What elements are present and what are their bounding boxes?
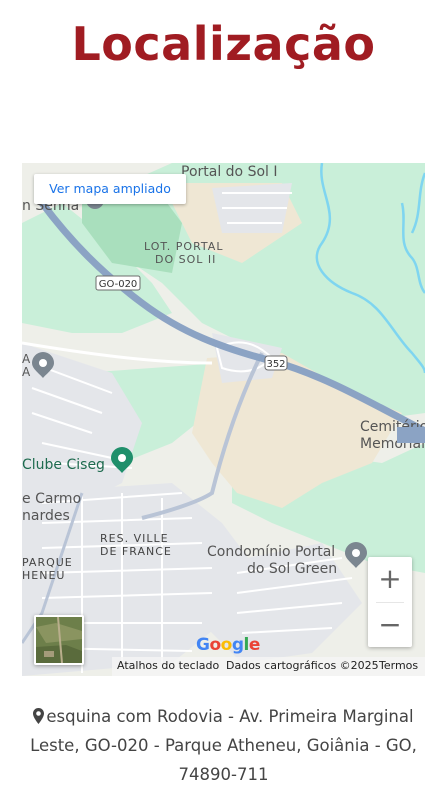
go020-label: GO-020 xyxy=(99,279,138,290)
map-data-link[interactable]: Dados cartográficos ©2025 xyxy=(226,659,379,672)
address-line-1-row: esquina com Rodovia - Av. Primeira Margi… xyxy=(30,702,417,731)
zoom-out-button[interactable]: − xyxy=(368,603,412,647)
label-portal-sol-i: Portal do Sol I xyxy=(181,164,278,180)
label-a2: A xyxy=(22,365,31,379)
view-larger-map-link[interactable]: Ver mapa ampliado xyxy=(34,174,186,204)
map-marker-icon xyxy=(33,708,45,724)
zoom-controls: + − xyxy=(368,557,412,647)
label-parque-1: PARQUE xyxy=(22,556,73,569)
label-parque-2: HENEU xyxy=(22,569,65,582)
terms-link[interactable]: Termos xyxy=(379,659,418,672)
label-condominio-1: Condomínio Portal xyxy=(207,544,335,560)
zoom-in-button[interactable]: + xyxy=(368,557,412,601)
highway-shield-go020: GO-020 xyxy=(95,275,141,291)
label-lot-portal-1: LOT. PORTAL xyxy=(144,240,223,253)
label-lot-portal-2: DO SOL II xyxy=(155,253,216,266)
address-block: esquina com Rodovia - Av. Primeira Margi… xyxy=(30,702,417,789)
address-line-2: Leste, GO-020 - Parque Atheneu, Goiânia … xyxy=(30,736,417,755)
map-attribution-bar: Atalhos do teclado Dados cartográficos ©… xyxy=(22,657,425,676)
label-res-ville-1: RES. VILLE xyxy=(100,532,169,545)
keyboard-shortcuts-link[interactable]: Atalhos do teclado xyxy=(117,659,219,672)
map-canvas[interactable]: GO-020 352 Portal do Sol I n Senna LOT. … xyxy=(22,163,425,676)
highway-shield-352: 352 xyxy=(264,355,288,371)
address-line-1: esquina com Rodovia - Av. Primeira Margi… xyxy=(46,707,414,726)
label-res-ville-2: DE FRANCE xyxy=(100,545,172,558)
minus-icon: − xyxy=(378,608,402,641)
label-condominio-2: do Sol Green xyxy=(247,561,337,577)
page-title: Localização xyxy=(71,17,376,71)
label-a1: A xyxy=(22,352,31,366)
shield-352-label: 352 xyxy=(266,359,285,370)
cemiterio-marker-icon[interactable] xyxy=(397,427,425,443)
label-carmo-1: e Carmo xyxy=(22,491,81,507)
map-embed[interactable]: GO-020 352 Portal do Sol I n Senna LOT. … xyxy=(22,163,425,676)
google-logo: Google xyxy=(196,635,260,655)
address-line-3: 74890-711 xyxy=(178,765,269,784)
plus-icon: + xyxy=(378,562,402,595)
label-carmo-2: nardes xyxy=(22,508,70,524)
label-clube-ciseg: Clube Ciseg xyxy=(22,457,105,473)
